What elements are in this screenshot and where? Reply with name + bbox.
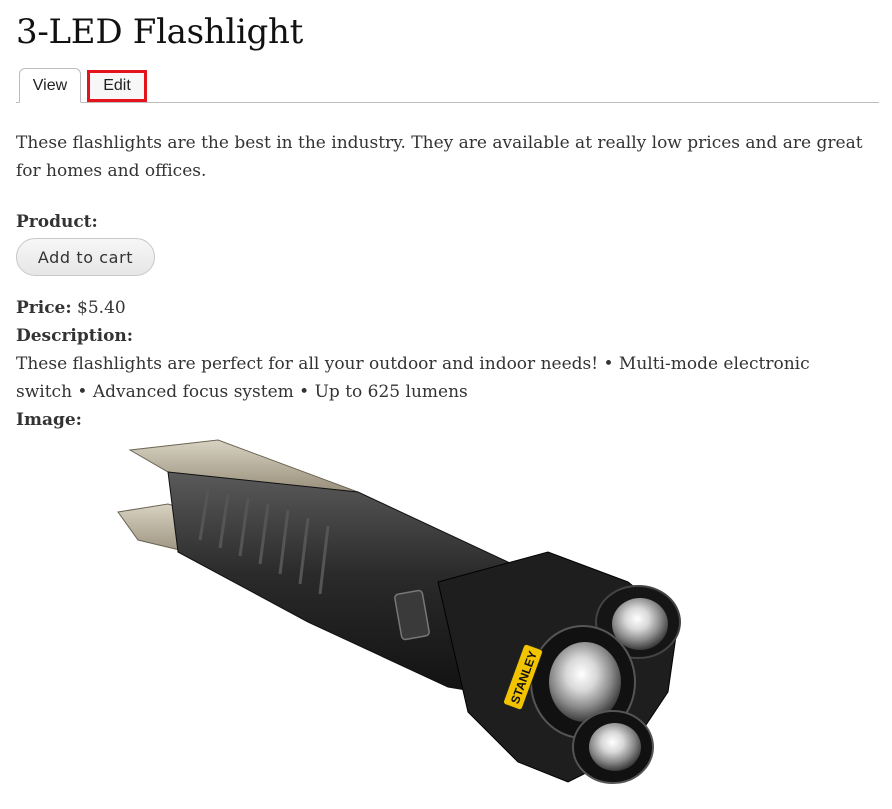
page-title: 3-LED Flashlight: [16, 12, 303, 52]
tabs-divider: [16, 102, 879, 103]
image-label: Image:: [16, 410, 82, 430]
tab-view[interactable]: View: [19, 68, 81, 103]
add-to-cart-button[interactable]: Add to cart: [16, 238, 155, 276]
page: 3-LED Flashlight View Edit These flashli…: [0, 0, 892, 809]
intro-text: These flashlights are the best in the in…: [16, 133, 863, 181]
description-text: These flashlights are perfect for all yo…: [16, 354, 810, 402]
flashlight-image: STANLEY: [117, 439, 681, 784]
description-label: Description:: [16, 326, 134, 346]
tab-edit[interactable]: Edit: [87, 70, 147, 102]
product-label: Product:: [16, 212, 98, 232]
price-value: $5.40: [77, 298, 126, 318]
price-row: Price: $5.40: [16, 294, 126, 322]
price-label: Price:: [16, 298, 72, 318]
